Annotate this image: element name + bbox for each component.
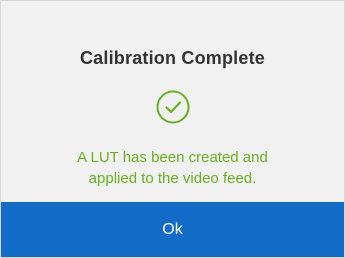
dialog-title: Calibration Complete (79, 48, 266, 68)
dialog-message: A LUT has been created and applied to th… (1, 147, 344, 189)
message-line-1: A LUT has been created and (77, 149, 268, 166)
message-line-2: applied to the video feed. (88, 170, 257, 187)
ok-button[interactable]: Ok (1, 202, 344, 257)
calibration-complete-dialog: Calibration Complete A LUT has been crea… (0, 0, 345, 258)
check-circle-icon (156, 90, 190, 124)
